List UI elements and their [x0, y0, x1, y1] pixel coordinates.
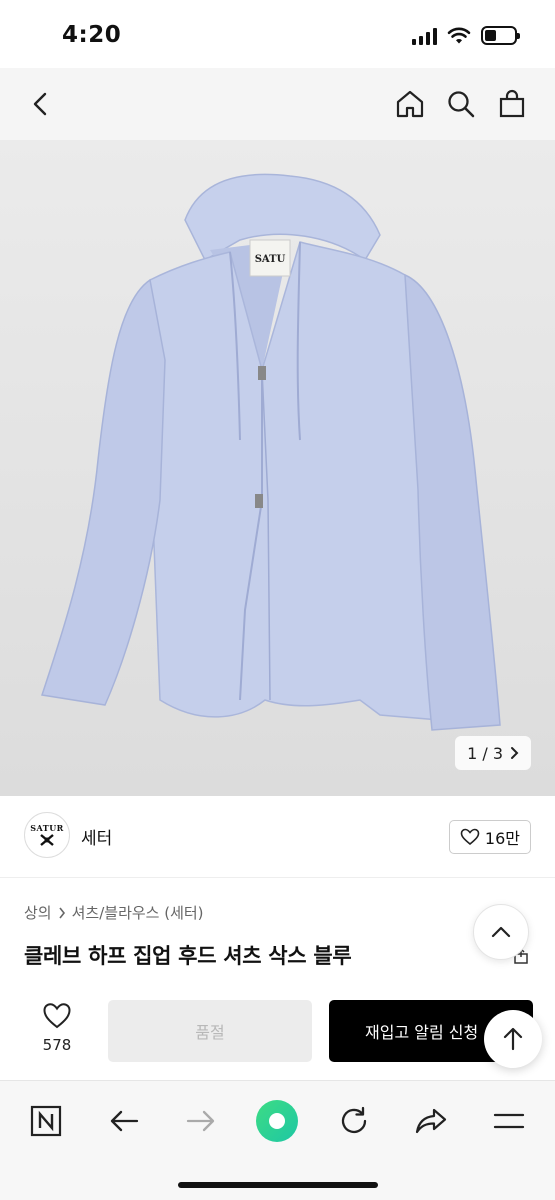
breadcrumb: 상의 셔츠/블라우스 (세터): [24, 902, 204, 923]
product-title: 클레브 하프 집업 후드 셔츠 삭스 블루: [24, 944, 352, 968]
wifi-icon: [447, 27, 471, 43]
browser-menu-button[interactable]: [485, 1097, 533, 1145]
brand-like-count: 16만: [484, 829, 520, 848]
brand-logo[interactable]: SATUR: [24, 812, 70, 858]
search-icon: [448, 91, 475, 118]
home-button[interactable]: [385, 68, 435, 140]
breadcrumb-item[interactable]: 상의: [24, 902, 52, 923]
reload-button[interactable]: [330, 1097, 378, 1145]
product-image: [41, 173, 501, 731]
breadcrumb-item[interactable]: 셔츠/블라우스 (세터): [72, 902, 204, 923]
chevron-right-icon: [511, 747, 519, 759]
image-counter-text: 1 / 3: [467, 743, 503, 763]
crossed-swords-icon: [40, 834, 54, 846]
chevron-right-icon: [58, 907, 65, 918]
scroll-to-top-button[interactable]: [484, 1010, 542, 1068]
reload-icon: [341, 1106, 367, 1134]
naver-n-icon: [30, 1105, 62, 1137]
shopping-bag-icon: [499, 89, 525, 118]
browser-forward-button[interactable]: [177, 1097, 225, 1145]
chevron-up-icon: [491, 926, 511, 938]
status-icons: [412, 26, 520, 45]
brand-label-tag: SATU: [254, 254, 286, 265]
image-counter[interactable]: 1 / 3: [455, 736, 531, 770]
sold-out-button: 품절: [108, 1000, 312, 1062]
cart-button[interactable]: [487, 68, 537, 140]
wishlist-count: 578: [42, 1036, 72, 1054]
brand-name[interactable]: 세터: [81, 824, 112, 849]
heart-icon: [460, 828, 480, 846]
app-header: [0, 68, 555, 224]
naver-home-button[interactable]: [22, 1097, 70, 1145]
brand-row: SATUR 세터 16만: [0, 796, 555, 878]
wishlist-button[interactable]: 578: [24, 1002, 90, 1054]
back-button[interactable]: [16, 68, 66, 140]
share-icon: [415, 1108, 447, 1134]
status-bar: 4:20: [0, 0, 555, 68]
purchase-action-bar: 578 품절 재입고 알림 신청: [0, 988, 555, 1080]
battery-icon: [481, 26, 520, 45]
home-indicator: [178, 1182, 378, 1188]
heart-icon: [43, 1003, 71, 1029]
forward-arrow-icon: [186, 1110, 215, 1132]
brand-logo-text: SATUR: [30, 823, 64, 833]
collapse-button[interactable]: [473, 904, 529, 960]
status-time: 4:20: [62, 22, 122, 48]
menu-icon: [493, 1113, 525, 1129]
back-arrow-icon: [110, 1110, 139, 1132]
browser-back-button[interactable]: [100, 1097, 148, 1145]
share-button[interactable]: [407, 1097, 455, 1145]
home-icon: [396, 90, 424, 118]
green-dot-button[interactable]: [253, 1097, 301, 1145]
search-button[interactable]: [436, 68, 486, 140]
browser-toolbar: [0, 1080, 555, 1200]
green-dot-icon: [256, 1100, 298, 1142]
brand-like-button[interactable]: 16만: [448, 820, 531, 854]
signal-icon: [412, 27, 437, 45]
arrow-up-icon: [503, 1027, 523, 1051]
product-image-carousel[interactable]: SATU 1 / 3: [0, 140, 555, 796]
back-icon: [33, 92, 47, 116]
